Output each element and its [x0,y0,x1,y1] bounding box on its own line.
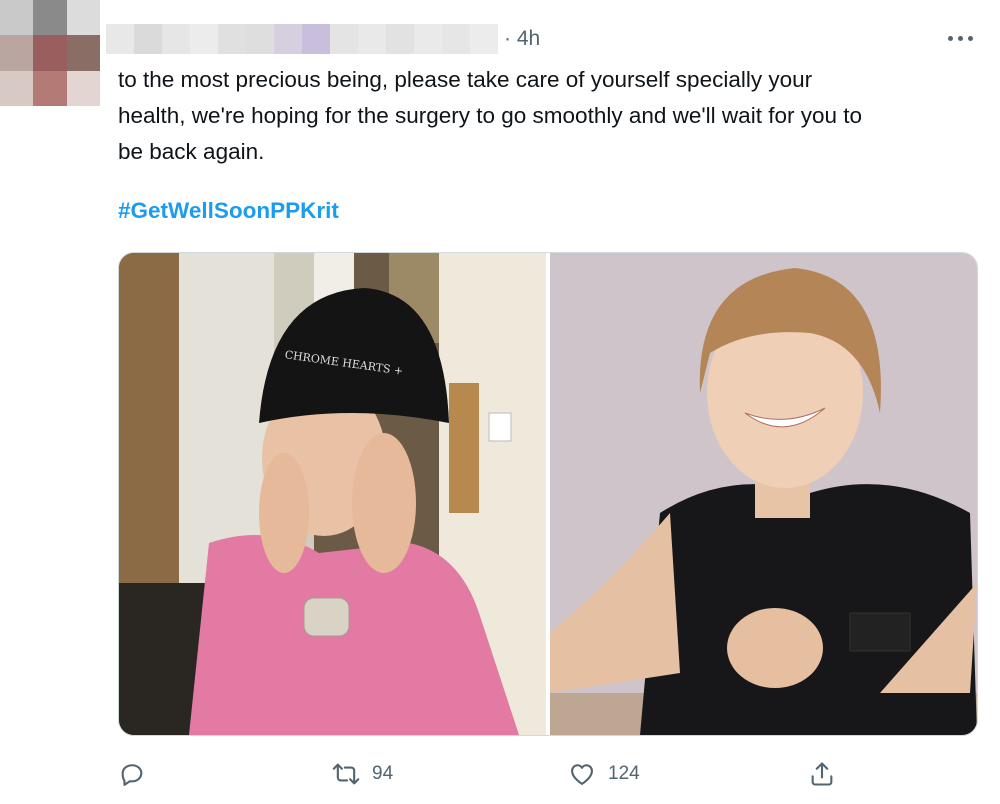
person-beanie-photo: CHROME HEARTS + [119,253,546,735]
redacted-name-block [246,24,274,54]
avatar-blur-tile [0,70,34,106]
redacted-name-block [106,24,134,54]
tweet-header: · 4h [106,22,540,56]
redacted-name-block [414,24,442,54]
tweet-actions: 94 124 [118,756,858,792]
redacted-name-block [358,24,386,54]
redacted-name-block [162,24,190,54]
avatar-blur-tile [66,0,100,36]
avatar-blur-tile [33,35,67,71]
redacted-name-block [302,24,330,54]
redacted-name-block [470,24,498,54]
tweet-card[interactable]: · 4h to the most precious being, please … [0,0,1000,804]
avatar[interactable] [0,0,100,106]
tweet-text: to the most precious being, please take … [118,67,862,164]
avatar-blur-tile [0,35,34,71]
redacted-name-block [190,24,218,54]
retweet-count: 94 [372,763,394,784]
redacted-name-block [330,24,358,54]
avatar-blur-tile [66,70,100,106]
avatar-blur-tile [0,0,34,36]
retweet-button[interactable]: 94 [332,756,393,792]
redacted-name-block [218,24,246,54]
share-button[interactable] [808,756,836,792]
reply-button[interactable] [118,756,158,792]
heart-icon [571,764,593,785]
redacted-author-name[interactable] [106,24,498,54]
avatar-blur-tile [33,70,67,106]
redacted-name-block [134,24,162,54]
reply-icon [121,764,143,786]
redacted-name-block [274,24,302,54]
tweet-photo-right[interactable] [550,253,977,735]
like-button[interactable]: 124 [568,756,640,792]
avatar-blur-tile [33,0,67,36]
redacted-name-block [442,24,470,54]
retweet-icon [332,763,360,785]
tweet-photo-left[interactable]: CHROME HEARTS + [119,253,546,735]
redacted-name-block [386,24,414,54]
avatar-blur-tile [66,35,100,71]
like-count: 124 [608,763,640,784]
share-icon [811,762,833,786]
tweet-timestamp[interactable]: · 4h [504,27,540,51]
tweet-media: CHROME HEARTS + [118,252,978,736]
person-smiling-photo [550,253,977,735]
more-options-icon[interactable] [942,28,978,48]
hashtag-link[interactable]: #GetWellSoonPPKrit [118,198,339,224]
